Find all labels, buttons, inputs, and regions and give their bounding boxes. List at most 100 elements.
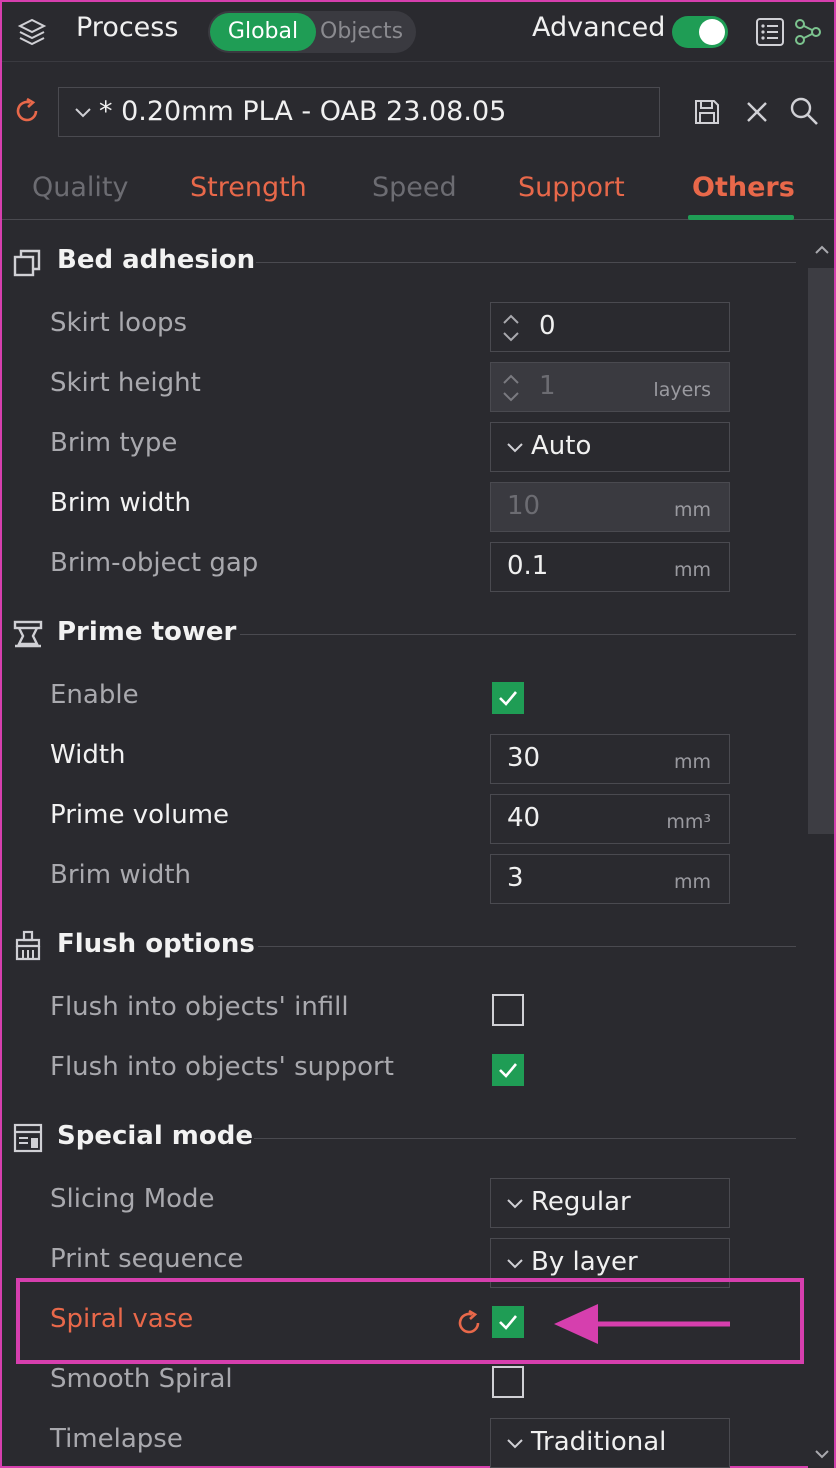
flush-infill-checkbox[interactable] xyxy=(492,994,524,1026)
section-title: Flush options xyxy=(57,929,255,959)
brush-icon xyxy=(15,930,41,961)
chevron-down-icon xyxy=(75,108,91,118)
row-tower-brim-width: Brim width 3 mm xyxy=(2,848,806,908)
process-header: Process Global Objects Advanced xyxy=(2,2,834,62)
brim-type-label: Brim type xyxy=(50,428,178,458)
advanced-label: Advanced xyxy=(532,12,666,43)
row-brim-type: Brim type Auto xyxy=(2,416,806,476)
chevron-down-icon xyxy=(507,1199,523,1209)
smooth-spiral-checkbox[interactable] xyxy=(492,1366,524,1398)
chevron-down-icon xyxy=(507,443,523,453)
layers-icon xyxy=(17,18,47,46)
brim-object-gap-label: Brim-object gap xyxy=(50,548,259,578)
bed-adhesion-icon xyxy=(13,249,41,277)
objects-tab[interactable]: Objects xyxy=(320,13,412,51)
field-unit: mm³ xyxy=(666,811,711,833)
section-title: Special mode xyxy=(57,1121,254,1151)
timelapse-label: Timelapse xyxy=(50,1424,183,1454)
brim-width-input: 10 mm xyxy=(490,482,730,532)
section-divider xyxy=(258,946,796,947)
section-prime-tower: Prime tower xyxy=(2,614,806,654)
chevron-up-icon[interactable] xyxy=(814,242,830,258)
row-brim-object-gap: Brim-object gap 0.1 mm xyxy=(2,536,806,596)
section-divider xyxy=(256,262,796,263)
field-value: 40 xyxy=(507,803,541,833)
field-value: 0 xyxy=(539,311,556,341)
global-tab[interactable]: Global xyxy=(210,13,316,51)
chevron-down-icon xyxy=(507,1259,523,1269)
search-icon[interactable] xyxy=(788,95,820,127)
check-icon xyxy=(499,691,517,706)
select-value: Traditional xyxy=(531,1427,667,1457)
field-value: 0.1 xyxy=(507,551,549,581)
spin-arrows-icon xyxy=(503,374,519,402)
compare-icon[interactable] xyxy=(792,16,824,48)
skirt-height-label: Skirt height xyxy=(50,368,201,398)
section-divider xyxy=(240,634,796,635)
row-width: Width 30 mm xyxy=(2,728,806,788)
print-sequence-label: Print sequence xyxy=(50,1244,244,1274)
global-objects-switch[interactable]: Global Objects xyxy=(208,11,416,53)
settings-tabs: Quality Strength Speed Support Others xyxy=(2,162,834,220)
brim-object-gap-input[interactable]: 0.1 mm xyxy=(490,542,730,592)
advanced-toggle[interactable] xyxy=(672,16,728,48)
flush-support-checkbox[interactable] xyxy=(492,1054,524,1086)
tab-others[interactable]: Others xyxy=(692,172,795,203)
field-unit: layers xyxy=(653,379,711,401)
close-icon[interactable] xyxy=(742,97,772,127)
active-tab-indicator xyxy=(688,215,794,220)
skirt-loops-label: Skirt loops xyxy=(50,308,188,338)
select-value: Regular xyxy=(531,1187,631,1217)
list-icon[interactable] xyxy=(754,16,786,48)
tower-brim-width-label: Brim width xyxy=(50,860,192,890)
row-flush-support: Flush into objects' support xyxy=(2,1040,806,1100)
width-label: Width xyxy=(50,740,126,770)
section-divider xyxy=(254,1138,796,1139)
reset-icon[interactable] xyxy=(12,96,42,126)
preset-name: * 0.20mm PLA - OAB 23.08.05 xyxy=(99,96,507,127)
row-prime-volume: Prime volume 40 mm³ xyxy=(2,788,806,848)
spin-arrows-icon[interactable] xyxy=(499,307,523,349)
select-value: By layer xyxy=(531,1247,638,1277)
timelapse-select[interactable]: Traditional xyxy=(490,1418,730,1468)
special-mode-icon xyxy=(13,1123,43,1153)
row-brim-width: Brim width 10 mm xyxy=(2,476,806,536)
section-flush-options: Flush options xyxy=(2,926,806,966)
enable-label: Enable xyxy=(50,680,139,710)
section-bed-adhesion: Bed adhesion xyxy=(2,242,806,282)
brim-width-label: Brim width xyxy=(50,488,192,518)
scrollbar[interactable] xyxy=(808,234,834,1468)
field-unit: mm xyxy=(673,751,711,773)
skirt-height-input: 1 layers xyxy=(490,362,730,412)
prime-tower-icon xyxy=(13,620,43,648)
field-unit: mm xyxy=(673,871,711,893)
skirt-loops-input[interactable]: 0 xyxy=(490,302,730,352)
slicing-mode-select[interactable]: Regular xyxy=(490,1178,730,1228)
prime-volume-label: Prime volume xyxy=(50,800,230,830)
section-special-mode: Special mode xyxy=(2,1118,806,1158)
row-flush-infill: Flush into objects' infill xyxy=(2,980,806,1040)
flush-infill-label: Flush into objects' infill xyxy=(50,992,349,1022)
tower-brim-width-input[interactable]: 3 mm xyxy=(490,854,730,904)
chevron-down-icon xyxy=(507,1439,523,1449)
field-unit: mm xyxy=(673,559,711,581)
prime-volume-input[interactable]: 40 mm³ xyxy=(490,794,730,844)
save-icon[interactable] xyxy=(692,97,722,127)
enable-checkbox[interactable] xyxy=(492,682,524,714)
toggle-knob xyxy=(699,19,725,45)
tab-quality[interactable]: Quality xyxy=(32,172,128,203)
tab-support[interactable]: Support xyxy=(518,172,625,203)
width-input[interactable]: 30 mm xyxy=(490,734,730,784)
tab-speed[interactable]: Speed xyxy=(372,172,457,203)
chevron-down-icon[interactable] xyxy=(814,1446,830,1462)
field-value: 1 xyxy=(539,371,556,401)
brim-type-select[interactable]: Auto xyxy=(490,422,730,472)
row-slicing-mode: Slicing Mode Regular xyxy=(2,1172,806,1232)
tab-strength[interactable]: Strength xyxy=(190,172,307,203)
field-value: 3 xyxy=(507,863,524,893)
scroll-thumb[interactable] xyxy=(808,268,834,834)
arrow-left-icon xyxy=(554,1304,730,1344)
field-value: 10 xyxy=(507,491,541,521)
check-icon xyxy=(499,1063,517,1078)
preset-dropdown[interactable]: * 0.20mm PLA - OAB 23.08.05 xyxy=(58,87,660,137)
